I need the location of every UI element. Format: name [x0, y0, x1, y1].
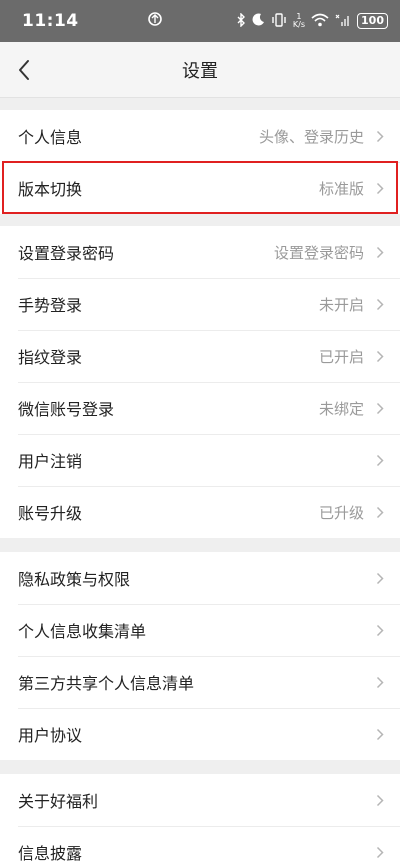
settings-group-security: 设置登录密码 设置登录密码 手势登录 未开启 指纹登录 已开启 微信账号登录 未… — [0, 226, 400, 538]
row-value: 已开启 — [318, 347, 364, 366]
row-label: 指纹登录 — [18, 348, 83, 367]
row-third-party-sharing[interactable]: 第三方共享个人信息清单 — [0, 656, 400, 708]
moon-icon — [252, 13, 265, 29]
chevron-right-icon — [374, 793, 386, 807]
chevron-right-icon — [374, 727, 386, 741]
back-button[interactable] — [6, 52, 42, 88]
row-value: 未开启 — [318, 295, 364, 314]
network-speed-unit: K/s — [292, 20, 306, 29]
settings-group-account: 个人信息 头像、登录历史 版本切换 标准版 — [0, 110, 400, 214]
row-set-login-password[interactable]: 设置登录密码 设置登录密码 — [0, 226, 400, 278]
data-saver-icon — [147, 11, 163, 31]
row-version-switch[interactable]: 版本切换 标准版 — [0, 162, 400, 214]
page-title: 设置 — [182, 60, 218, 82]
row-user-agreement[interactable]: 用户协议 — [0, 708, 400, 760]
row-label: 个人信息收集清单 — [18, 622, 147, 641]
chevron-right-icon — [374, 453, 386, 467]
row-value: 标准版 — [318, 179, 364, 198]
settings-group-privacy: 隐私政策与权限 个人信息收集清单 第三方共享个人信息清单 用户协议 — [0, 552, 400, 760]
wifi-icon — [311, 13, 329, 30]
row-value: 未绑定 — [318, 399, 364, 418]
network-speed: 1 K/s — [293, 13, 305, 29]
row-personal-info[interactable]: 个人信息 头像、登录历史 — [0, 110, 400, 162]
row-label: 第三方共享个人信息清单 — [18, 674, 195, 693]
status-time: 11:14 — [22, 11, 79, 31]
chevron-right-icon — [374, 129, 386, 143]
row-value: 头像、登录历史 — [258, 127, 364, 146]
row-label: 个人信息 — [18, 128, 83, 147]
chevron-right-icon — [374, 245, 386, 259]
row-value: 已升级 — [318, 503, 364, 522]
chevron-left-icon — [19, 60, 29, 80]
row-label: 信息披露 — [18, 844, 83, 863]
row-label: 关于好福利 — [18, 792, 99, 811]
chevron-right-icon — [374, 675, 386, 689]
bluetooth-icon — [236, 11, 246, 30]
status-icons: 1 K/s 100 — [236, 11, 388, 30]
vibrate-icon — [271, 12, 287, 30]
battery-indicator: 100 — [357, 13, 388, 29]
row-info-disclosure[interactable]: 信息披露 — [0, 826, 400, 866]
row-label: 用户协议 — [18, 726, 83, 745]
row-privacy-policy[interactable]: 隐私政策与权限 — [0, 552, 400, 604]
row-label: 隐私政策与权限 — [18, 570, 131, 589]
chevron-right-icon — [374, 845, 386, 859]
row-about[interactable]: 关于好福利 — [0, 774, 400, 826]
row-label: 设置登录密码 — [18, 244, 115, 263]
chevron-right-icon — [374, 623, 386, 637]
nav-bar: 设置 — [0, 42, 400, 98]
row-value: 设置登录密码 — [273, 243, 364, 262]
settings-group-about: 关于好福利 信息披露 — [0, 774, 400, 866]
row-label: 账号升级 — [18, 504, 83, 523]
row-gesture-login[interactable]: 手势登录 未开启 — [0, 278, 400, 330]
chevron-right-icon — [374, 401, 386, 415]
row-personal-info-list[interactable]: 个人信息收集清单 — [0, 604, 400, 656]
chevron-right-icon — [374, 571, 386, 585]
row-wechat-login[interactable]: 微信账号登录 未绑定 — [0, 382, 400, 434]
row-fingerprint-login[interactable]: 指纹登录 已开启 — [0, 330, 400, 382]
chevron-right-icon — [374, 181, 386, 195]
row-account-upgrade[interactable]: 账号升级 已升级 — [0, 486, 400, 538]
row-label: 用户注销 — [18, 452, 83, 471]
row-label: 手势登录 — [18, 296, 83, 315]
chevron-right-icon — [374, 349, 386, 363]
row-label: 版本切换 — [18, 180, 83, 199]
chevron-right-icon — [374, 297, 386, 311]
row-label: 微信账号登录 — [18, 400, 115, 419]
chevron-right-icon — [374, 505, 386, 519]
status-bar: 11:14 1 K/s 100 — [0, 0, 400, 42]
signal-icon — [335, 13, 351, 30]
row-account-cancellation[interactable]: 用户注销 — [0, 434, 400, 486]
